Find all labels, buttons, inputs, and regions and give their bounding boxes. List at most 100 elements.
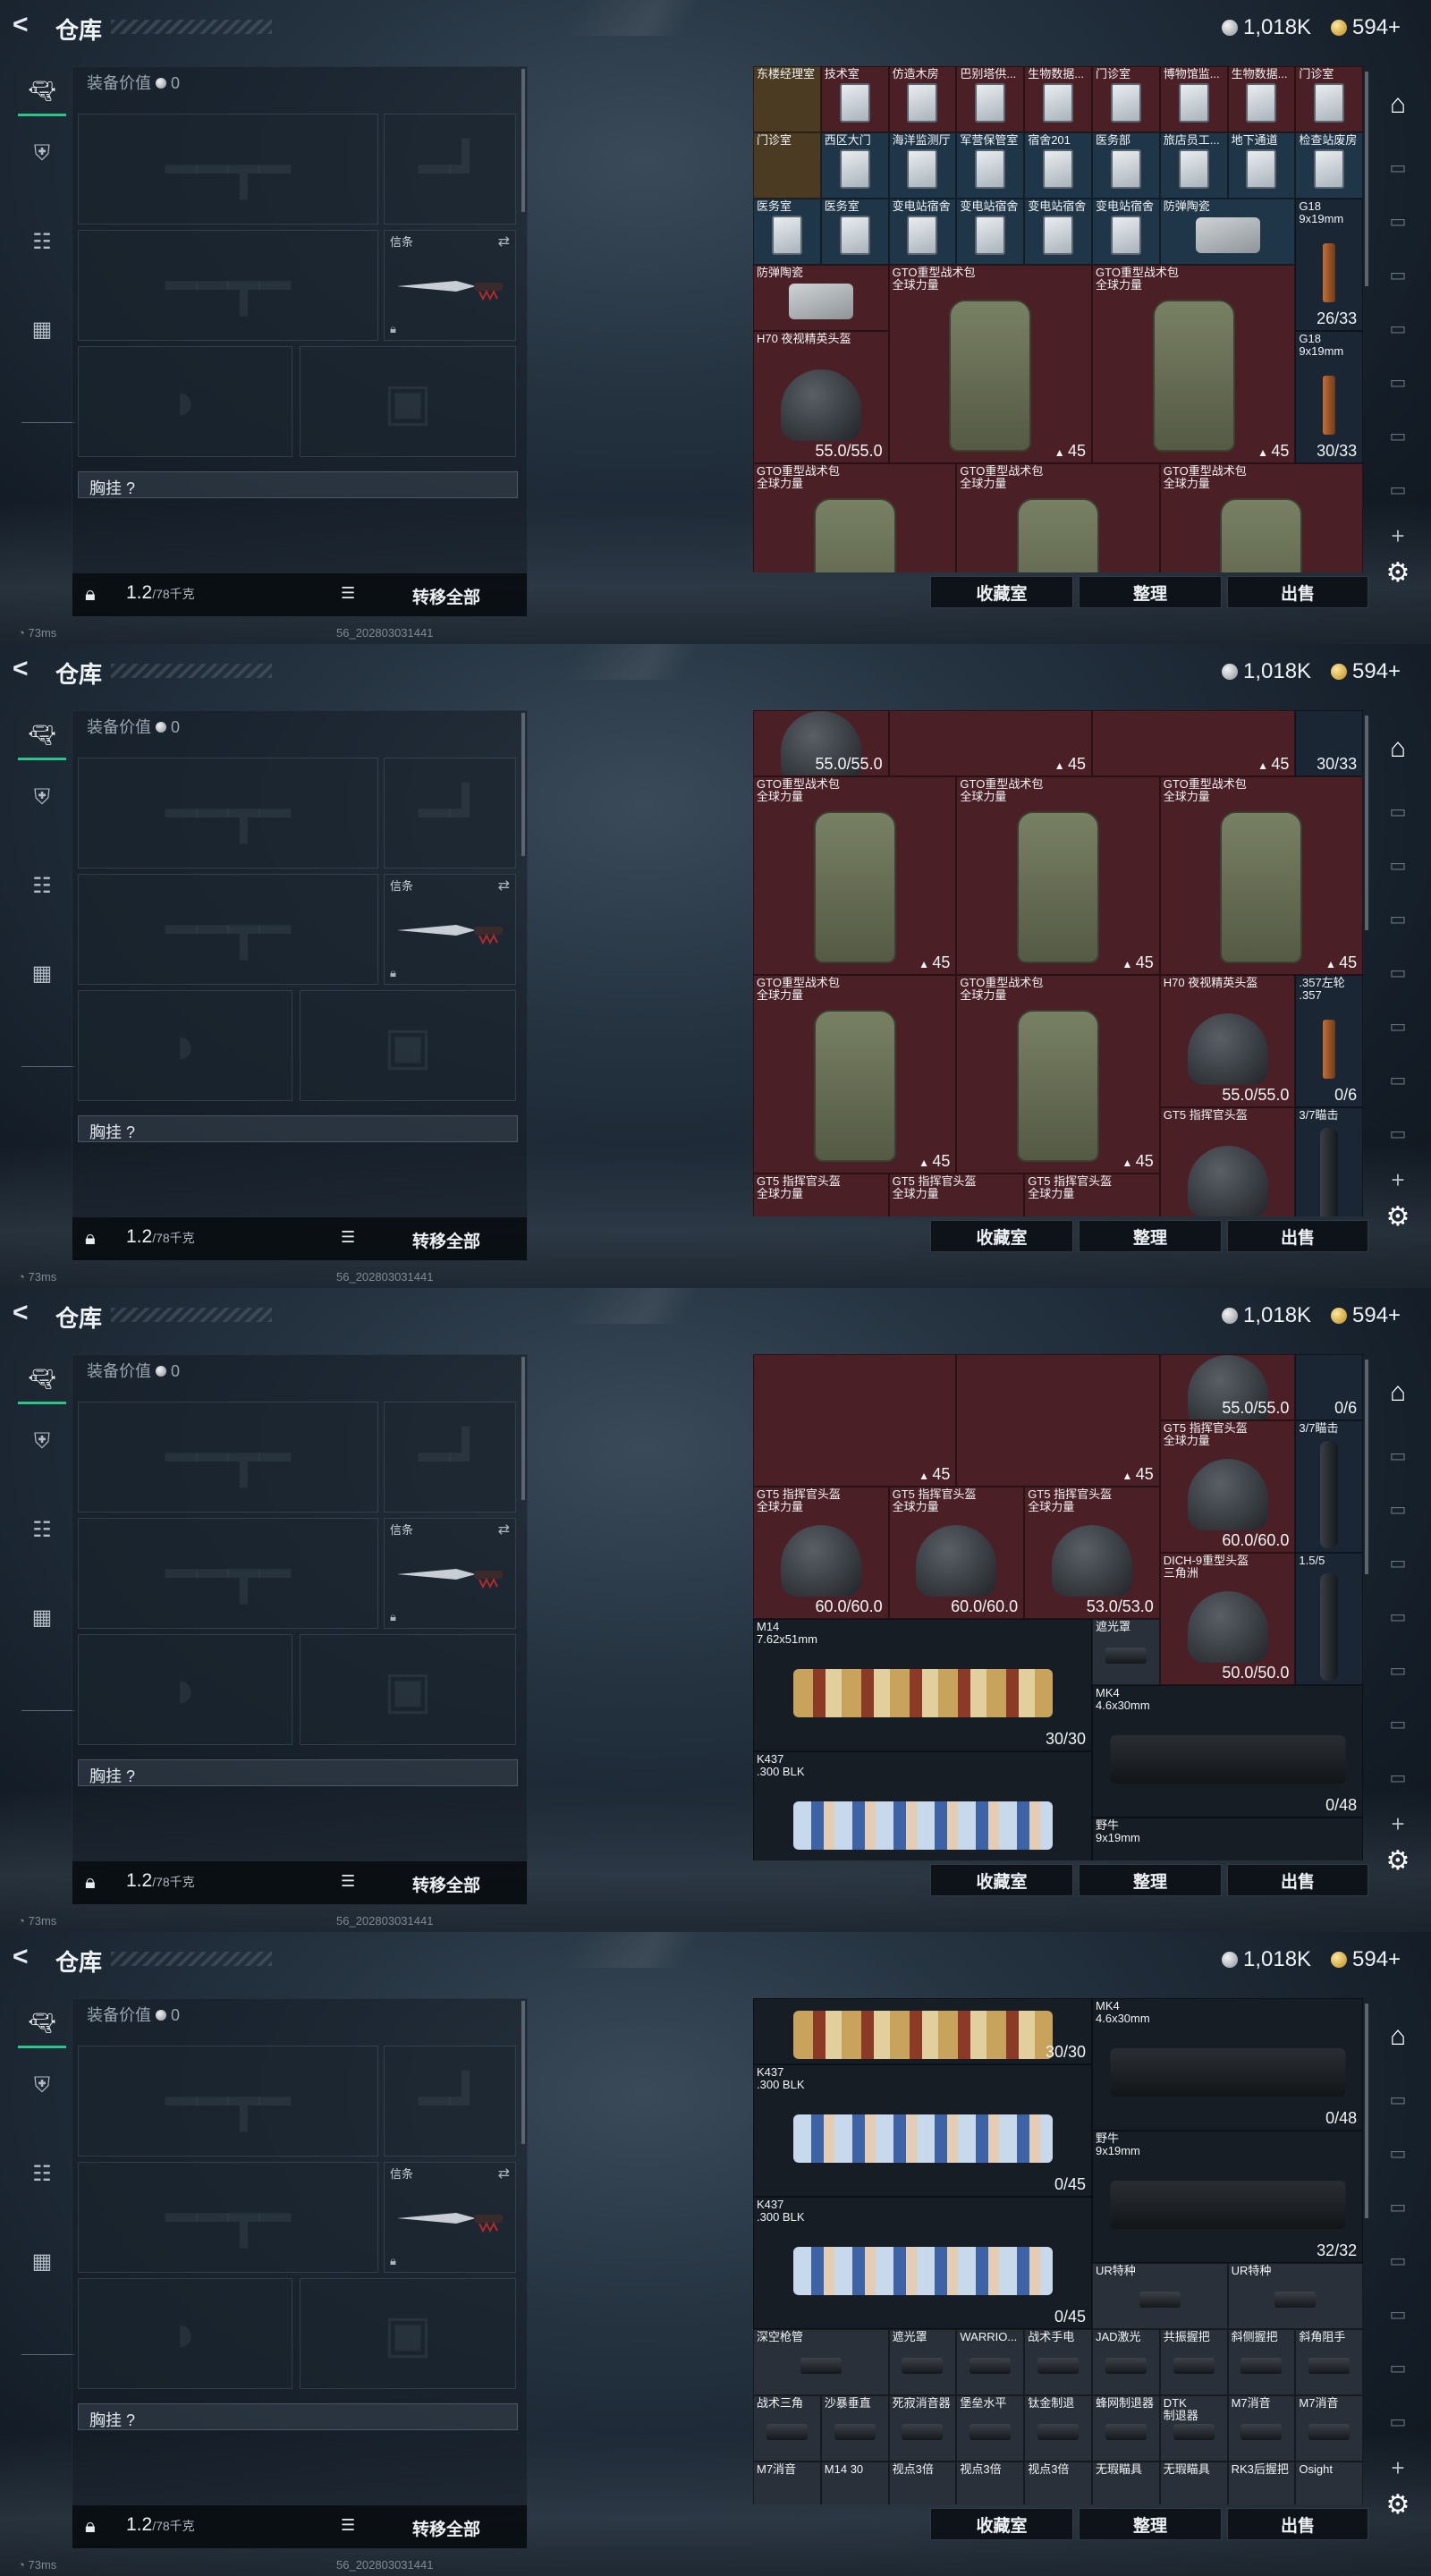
stash-item[interactable]: GTO重型战术包 全球力量 ▲ 45 [956,975,1160,1174]
stash-item[interactable]: 无瑕瞄具 [1159,2462,1228,2504]
sort-button[interactable]: 整理 [1079,1220,1222,1252]
back-arrow-icon[interactable]: < [13,1300,38,1326]
storage-slot-icon[interactable]: ▭ [1376,254,1420,295]
stash-grid[interactable]: 30/30 MK4 4.6x30mm 0/48 K437 .300 BLK 0/45 野牛… [753,1998,1363,2504]
stash-item[interactable]: .357左轮 .357 0/6 [1295,975,1363,1107]
stash-item[interactable]: H70 夜视精英头盔 55.0/55.0 [1159,975,1296,1107]
add-storage-icon[interactable]: + [1376,2454,1420,2481]
stash-item[interactable]: 30/33 [1295,710,1363,776]
stash-item[interactable]: 视点3倍 [956,2462,1025,2504]
swap-icon[interactable]: ⇄ [498,233,510,250]
stash-item[interactable]: WARRIO... [956,2329,1025,2395]
swap-icon[interactable]: ⇄ [498,1521,510,1538]
stash-item[interactable]: 防弹陶瓷 [753,265,889,331]
stash-item[interactable]: GTO重型战术包 全球力量 ▲ 45 [753,776,957,975]
gold-currency[interactable]: 594+ [1331,1947,1401,1972]
settings-gear-icon[interactable]: ⚙ [1376,553,1420,592]
collection-button[interactable]: 收藏室 [930,1864,1073,1896]
stash-item[interactable]: K437 .300 BLK 0/45 [753,2197,1092,2329]
stash-item[interactable]: GTO重型战术包 全球力量 [1159,463,1363,572]
move-all-button[interactable]: 转移全部 [412,1228,480,1252]
stash-item[interactable]: GT5 指挥官头盔 全球力量 60.0/60.0 [753,1487,889,1619]
clipboard-tab-icon[interactable]: ☷ [18,2150,66,2197]
stash-item[interactable]: 生物数据... [1024,66,1092,132]
stash-item[interactable]: 变电站宿舍 [1092,199,1160,265]
armor-slot[interactable]: ▣ [300,346,516,457]
melee-slot[interactable]: 信条 ⇄ 🔒︎ [384,1518,516,1629]
stash-item[interactable]: 门诊室 [1092,66,1160,132]
stash-item[interactable]: 55.0/55.0 [753,710,889,776]
gold-currency[interactable]: 594+ [1331,1303,1401,1328]
move-all-button[interactable]: 转移全部 [412,2516,480,2540]
stash-item[interactable]: 变电站宿舍 [956,199,1025,265]
back-arrow-icon[interactable]: < [13,656,38,682]
storage-slot-icon[interactable]: ▭ [1376,791,1420,832]
stash-item[interactable]: 3/7瞄击 [1295,1107,1363,1216]
stash-item[interactable]: UR特种 [1092,2263,1228,2329]
stash-item[interactable]: 旅店员工... [1159,132,1228,199]
loadout-scrollbar[interactable] [521,713,525,856]
stash-item[interactable]: 斜角阻手 [1295,2329,1363,2395]
armor-slot[interactable]: ▣ [300,2278,516,2389]
stash-item[interactable]: H70 夜视精英头盔 55.0/55.0 [753,331,889,463]
briefcase-tab-icon[interactable]: ▦ [18,950,66,996]
secondary-weapon-slot[interactable]: ━━┳━ [78,2162,378,2273]
sell-button[interactable]: 出售 [1227,576,1368,608]
gold-currency[interactable]: 594+ [1331,15,1401,40]
sell-button[interactable]: 出售 [1227,1220,1368,1252]
stash-item[interactable]: GTO重型战术包 全球力量 ▲ 45 [888,265,1092,463]
stash-scrollbar[interactable] [1365,72,1368,286]
pistol-slot[interactable]: ━┛ [384,2046,516,2157]
stash-item[interactable]: 地下通道 [1227,132,1296,199]
loadout-scrollbar[interactable] [521,1357,525,1500]
storage-slot-icon[interactable]: ▭ [1376,469,1420,510]
clipboard-tab-icon[interactable]: ☷ [18,1506,66,1553]
gold-currency[interactable]: 594+ [1331,659,1401,684]
storage-slot-icon[interactable]: ▭ [1376,2186,1420,2227]
move-all-button[interactable]: 转移全部 [412,584,480,608]
collection-button[interactable]: 收藏室 [930,2508,1073,2540]
add-storage-icon[interactable]: + [1376,1166,1420,1193]
settings-gear-icon[interactable]: ⚙ [1376,1841,1420,1880]
stash-item[interactable]: 防弹陶瓷 [1159,199,1296,265]
stash-item[interactable]: 变电站宿舍 [888,199,957,265]
stash-item[interactable]: GTO重型战术包 全球力量 [753,463,957,572]
stash-item[interactable]: 东楼经理室 [753,66,821,132]
storage-slot-icon[interactable]: ▭ [1376,308,1420,349]
storage-slot-icon[interactable]: ▭ [1376,1542,1420,1583]
pistol-tab-icon[interactable]: 🔫︎ [18,1358,66,1404]
stash-item[interactable]: G18 9x19mm 30/33 [1295,331,1363,463]
stash-item[interactable]: DICH-9重型头盔 三角洲 50.0/50.0 [1159,1553,1296,1685]
storage-slot-icon[interactable]: ▭ [1376,2401,1420,2442]
storage-slot-icon[interactable]: ▭ [1376,1005,1420,1046]
chest-rig-slot[interactable]: 胸挂 ? [78,1115,518,1142]
storage-slot-icon[interactable]: ▭ [1376,1435,1420,1476]
helmet-slot[interactable]: ◗ [78,346,292,457]
storage-slot-icon[interactable]: ▭ [1376,1059,1420,1100]
stash-item[interactable]: 死寂消音器 [888,2395,957,2462]
silver-currency[interactable]: 1,018K [1222,659,1311,684]
storage-slot-icon[interactable]: ▭ [1376,361,1420,402]
pistol-slot[interactable]: ━┛ [384,1402,516,1513]
stash-item[interactable]: 沙暴垂直 [820,2395,889,2462]
move-all-button[interactable]: 转移全部 [412,1872,480,1896]
stash-item[interactable]: 巴别塔供... [956,66,1025,132]
silver-currency[interactable]: 1,018K [1222,1947,1311,1972]
back-arrow-icon[interactable]: < [13,12,38,38]
storage-slot-icon[interactable]: ▭ [1376,415,1420,456]
stash-item[interactable]: G18 9x19mm 26/33 [1295,199,1363,331]
storage-slot-icon[interactable]: ▭ [1376,1488,1420,1530]
armor-tab-icon[interactable]: ⛨ [18,775,66,821]
add-storage-icon[interactable]: + [1376,522,1420,549]
stash-item[interactable]: 博物馆监... [1159,66,1228,132]
stash-item[interactable]: 无瑕瞄具 [1092,2462,1160,2504]
stash-item[interactable]: 西区大门 [820,132,889,199]
stash-item[interactable]: GTO重型战术包 全球力量 ▲ 45 [956,776,1160,975]
stash-item[interactable]: 军营保管室 [956,132,1025,199]
stash-item[interactable]: GT5 指挥官头盔 全球力量 [753,1174,889,1216]
armor-slot[interactable]: ▣ [300,990,516,1101]
stash-item[interactable]: ▲ 45 [1092,710,1296,776]
stash-item[interactable]: ▲ 45 [956,1354,1160,1487]
stash-item[interactable]: 医务室 [753,199,821,265]
stash-item[interactable]: ▲ 45 [888,710,1092,776]
